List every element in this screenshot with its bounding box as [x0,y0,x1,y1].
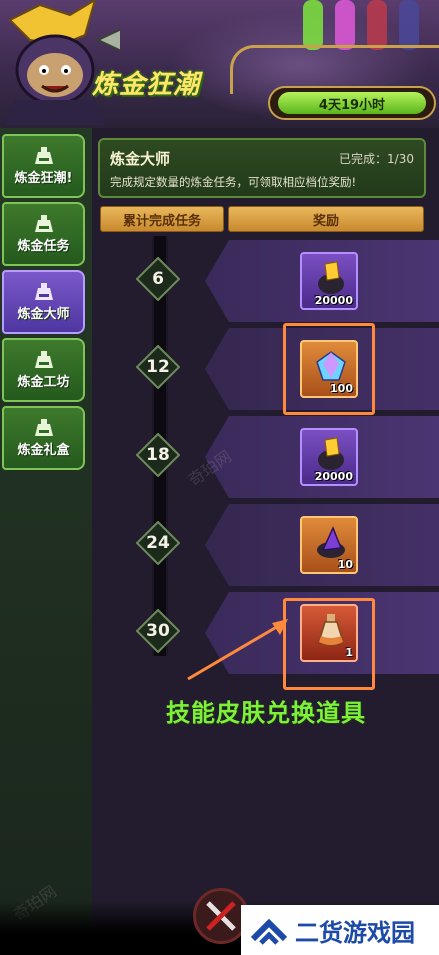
callout-text: 技能皮肤兑换道具 [166,699,366,727]
watermark-brand: 二货游戏园 [295,918,415,947]
milestone-badge: 24 [136,521,180,565]
reward-qty: 20000 [314,294,353,307]
main-panel: 炼金大师 已完成：1/30 完成规定数量的炼金任务，可领取相应档位奖励! 累计完… [92,128,439,955]
gold-ore-icon [318,437,344,470]
sidebar-item-label: 炼金礼盒 [17,442,70,458]
sidebar-item-label: 炼金大师 [17,306,70,322]
reward-qty: 10 [337,558,353,571]
description-text: 完成规定数量的炼金任务，可领取相应档位奖励! [110,175,357,189]
gold-ore-icon [318,261,344,294]
flask-icon [34,214,53,232]
milestone-count: 6 [152,269,164,289]
goblin-alchemist-icon [5,0,120,125]
info-box: 炼金大师 已完成：1/30 完成规定数量的炼金任务，可领取相应档位奖励! [98,138,426,198]
watermark-banner: 二货游戏园 [241,905,439,955]
milestone-count: 12 [146,357,170,377]
column-header-reward: 奖励 [228,206,424,232]
reward-item[interactable]: 20000 [300,252,358,310]
sidebar-item-label: 炼金狂潮! [14,170,73,186]
flask-icon [34,146,53,164]
milestone-count: 24 [146,533,170,553]
sidebar: 炼金狂潮! 炼金任务 炼金大师 炼金工坊 炼金礼盒 [0,128,92,955]
milestone-badge: 12 [136,345,180,389]
sidebar-item-alchemy-frenzy[interactable]: 炼金狂潮! [2,134,85,198]
purple-crystal-icon [317,526,345,558]
sidebar-item-alchemy-master[interactable]: 炼金大师 [2,270,85,334]
event-banner: 炼金狂潮 4天19小时 [0,0,439,128]
chevron-up-logo-icon [250,918,288,945]
milestone-badge: 6 [136,257,180,301]
close-icon [206,901,236,931]
progress-text: 已完成：1/30 [339,152,414,166]
column-header-tasks: 累计完成任务 [100,206,224,232]
milestone-count: 18 [146,445,170,465]
callout-arrow-icon [187,619,288,681]
flask-icon [34,282,53,300]
sidebar-item-alchemy-giftbox[interactable]: 炼金礼盒 [2,406,85,470]
event-title: 炼金狂潮 [92,70,201,100]
sidebar-item-label: 炼金任务 [17,238,70,254]
milestone-badge: 18 [136,433,180,477]
timer-text: 4天19小时 [278,92,426,114]
milestone-count: 30 [146,621,170,641]
flask-icon [34,418,53,436]
page-title: 炼金大师 [110,150,171,168]
reward-item[interactable]: 20000 [300,428,358,486]
reward-qty: 20000 [314,470,353,483]
sidebar-item-label: 炼金工坊 [17,374,70,390]
milestone-badge: 30 [136,609,180,653]
sidebar-item-alchemy-workshop[interactable]: 炼金工坊 [2,338,85,402]
event-timer: 4天19小时 [268,86,436,120]
flask-icon [34,350,53,368]
sidebar-item-alchemy-tasks[interactable]: 炼金任务 [2,202,85,266]
highlight-box [283,323,375,415]
reward-item[interactable]: 10 [300,516,358,574]
